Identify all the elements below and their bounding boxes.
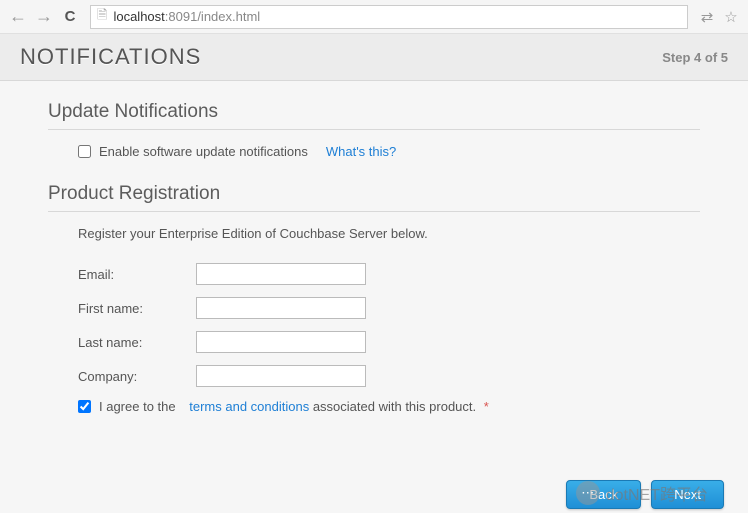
terms-prefix: I agree to the: [99, 399, 176, 414]
company-field[interactable]: [196, 365, 366, 387]
last-name-field[interactable]: [196, 331, 366, 353]
required-indicator: *: [484, 399, 489, 414]
reload-icon[interactable]: C: [60, 8, 80, 25]
last-name-row: Last name:: [78, 331, 700, 353]
registration-section-body: Register your Enterprise Edition of Couc…: [48, 226, 700, 414]
last-name-label: Last name:: [78, 335, 196, 350]
first-name-row: First name:: [78, 297, 700, 319]
terms-suffix: associated with this product.: [313, 399, 476, 414]
company-label: Company:: [78, 369, 196, 384]
url-host: localhost: [113, 9, 164, 24]
registration-section-title: Product Registration: [48, 183, 700, 212]
registration-description: Register your Enterprise Edition of Couc…: [78, 226, 700, 241]
email-row: Email:: [78, 263, 700, 285]
first-name-label: First name:: [78, 301, 196, 316]
agree-terms-checkbox[interactable]: [78, 400, 91, 413]
browser-toolbar: ← → C 🗎 localhost :8091 /index.html ⇄ ☆: [0, 0, 748, 34]
email-field[interactable]: [196, 263, 366, 285]
content-area: Update Notifications Enable software upd…: [0, 81, 748, 476]
bookmark-icon[interactable]: ☆: [722, 8, 740, 26]
company-row: Company:: [78, 365, 700, 387]
next-button[interactable]: Next: [651, 480, 724, 509]
back-icon[interactable]: ←: [8, 6, 28, 27]
url-bar[interactable]: 🗎 localhost :8091 /index.html: [90, 5, 688, 29]
button-bar: Back Next: [0, 476, 748, 513]
translate-icon[interactable]: ⇄: [698, 8, 716, 26]
back-button[interactable]: Back: [566, 480, 641, 509]
file-icon: 🗎: [97, 6, 107, 28]
page-header: NOTIFICATIONS Step 4 of 5: [0, 34, 748, 81]
email-label: Email:: [78, 267, 196, 282]
url-path: /index.html: [197, 9, 260, 24]
terms-row: I agree to the terms and conditions asso…: [78, 399, 700, 414]
page-title: NOTIFICATIONS: [20, 44, 201, 70]
first-name-field[interactable]: [196, 297, 366, 319]
update-section-title: Update Notifications: [48, 101, 700, 130]
forward-icon[interactable]: →: [34, 6, 54, 27]
enable-updates-checkbox[interactable]: [78, 145, 91, 158]
step-indicator: Step 4 of 5: [662, 50, 728, 65]
terms-link[interactable]: terms and conditions: [189, 399, 309, 414]
update-section-body: Enable software update notifications Wha…: [48, 144, 700, 159]
whats-this-link[interactable]: What's this?: [326, 144, 396, 159]
url-port: :8091: [165, 9, 198, 24]
enable-updates-label: Enable software update notifications: [99, 144, 308, 159]
